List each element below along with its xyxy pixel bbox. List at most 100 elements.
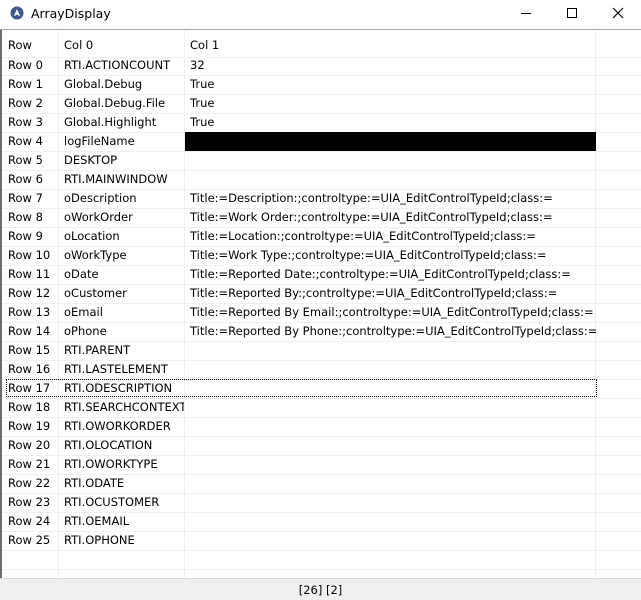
table-row[interactable]: Row 24 RTI.OEMAIL: [2, 512, 641, 531]
row-label-cell[interactable]: Row 9: [2, 227, 58, 246]
col-0-cell[interactable]: RTI.ODESCRIPTION: [58, 379, 184, 398]
table-row[interactable]: Row 3 Global.Highlight True: [2, 113, 641, 132]
col-1-cell[interactable]: [184, 360, 596, 379]
row-label-cell[interactable]: Row 5: [2, 151, 58, 170]
col-0-cell[interactable]: oWorkType: [58, 246, 184, 265]
col-0-cell[interactable]: Global.Debug: [58, 75, 184, 94]
row-label-cell[interactable]: Row 24: [2, 512, 58, 531]
col-0-cell[interactable]: Global.Debug.File: [58, 94, 184, 113]
row-label-cell[interactable]: Row 11: [2, 265, 58, 284]
close-button[interactable]: [595, 0, 641, 28]
col-1-cell[interactable]: [184, 436, 596, 455]
row-label-cell[interactable]: Row 21: [2, 455, 58, 474]
row-label-cell[interactable]: Row 10: [2, 246, 58, 265]
col-1-cell[interactable]: [184, 379, 596, 398]
table-row[interactable]: Row 6 RTI.MAINWINDOW: [2, 170, 641, 189]
col-0-cell[interactable]: RTI.OLOCATION: [58, 436, 184, 455]
row-label-cell[interactable]: Row 2: [2, 94, 58, 113]
array-grid[interactable]: Row Col 0 Col 1 Row 0 RTI.ACTIONCOUNT 32 Ro…: [2, 30, 641, 578]
row-label-cell[interactable]: Row 4: [2, 132, 58, 151]
col-1-cell[interactable]: True: [184, 75, 596, 94]
table-row[interactable]: Row 14 oPhone Title:=Reported By Phone:;co…: [2, 322, 641, 341]
col-1-cell[interactable]: [184, 341, 596, 360]
table-row[interactable]: Row 8 oWorkOrder Title:=Work Order:;contro…: [2, 208, 641, 227]
col-0-cell[interactable]: RTI.ACTIONCOUNT: [58, 56, 184, 75]
table-row[interactable]: Row 7 oDescription Title:=Description:;con…: [2, 189, 641, 208]
row-label-cell[interactable]: Row 18: [2, 398, 58, 417]
row-label-cell[interactable]: Row 19: [2, 417, 58, 436]
col-0-cell[interactable]: RTI.LASTELEMENT: [58, 360, 184, 379]
row-label-cell[interactable]: Row 20: [2, 436, 58, 455]
col-0-cell[interactable]: oDescription: [58, 189, 184, 208]
row-label-cell[interactable]: Row 13: [2, 303, 58, 322]
col-0-cell[interactable]: RTI.SEARCHCONTEXT: [58, 398, 184, 417]
col-0-cell[interactable]: RTI.OWORKTYPE: [58, 455, 184, 474]
row-label-cell[interactable]: Row 1: [2, 75, 58, 94]
row-label-cell[interactable]: Row 22: [2, 474, 58, 493]
col-0-cell[interactable]: RTI.PARENT: [58, 341, 184, 360]
table-row[interactable]: Row 19 RTI.OWORKORDER: [2, 417, 641, 436]
col-0-cell[interactable]: oPhone: [58, 322, 184, 341]
col-0-cell[interactable]: Global.Highlight: [58, 113, 184, 132]
col-0-cell[interactable]: RTI.OPHONE: [58, 531, 184, 550]
row-label-cell[interactable]: Row 23: [2, 493, 58, 512]
table-row[interactable]: Row 10 oWorkType Title:=Work Type:;control…: [2, 246, 641, 265]
table-row[interactable]: Row 13 oEmail Title:=Reported By Email:;co…: [2, 303, 641, 322]
col-0-cell[interactable]: RTI.OWORKORDER: [58, 417, 184, 436]
row-label-cell[interactable]: Row 6: [2, 170, 58, 189]
table-row[interactable]: Row 18 RTI.SEARCHCONTEXT: [2, 398, 641, 417]
header-row[interactable]: Row: [2, 33, 58, 57]
table-row[interactable]: Row 5 DESKTOP: [2, 151, 641, 170]
col-1-cell[interactable]: Title:=Reported Date:;controltype:=UIA_E…: [184, 265, 596, 284]
col-1-cell[interactable]: Title:=Work Type:;controltype:=UIA_EditC…: [184, 246, 596, 265]
header-col-0[interactable]: Col 0: [58, 33, 184, 57]
table-row[interactable]: Row 25 RTI.OPHONE: [2, 531, 641, 550]
col-0-cell[interactable]: oLocation: [58, 227, 184, 246]
table-row[interactable]: Row 17 RTI.ODESCRIPTION: [2, 379, 641, 398]
table-row[interactable]: Row 15 RTI.PARENT: [2, 341, 641, 360]
row-label-cell[interactable]: Row 0: [2, 56, 58, 75]
col-1-cell[interactable]: [184, 512, 596, 531]
row-label-cell[interactable]: Row 14: [2, 322, 58, 341]
table-row[interactable]: Row 22 RTI.ODATE: [2, 474, 641, 493]
col-1-cell[interactable]: [184, 398, 596, 417]
row-label-cell[interactable]: Row 7: [2, 189, 58, 208]
col-1-cell[interactable]: Title:=Location:;controltype:=UIA_EditCo…: [184, 227, 596, 246]
col-1-cell[interactable]: [184, 455, 596, 474]
col-1-cell[interactable]: True: [184, 94, 596, 113]
col-0-cell[interactable]: RTI.OCUSTOMER: [58, 493, 184, 512]
table-row[interactable]: Row 1 Global.Debug True: [2, 75, 641, 94]
col-1-cell[interactable]: Title:=Reported By Email:;controltype:=U…: [184, 303, 596, 322]
col-1-cell[interactable]: [184, 531, 596, 550]
table-row[interactable]: Row 21 RTI.OWORKTYPE: [2, 455, 641, 474]
col-0-cell[interactable]: logFileName: [58, 132, 184, 151]
table-row[interactable]: Row 16 RTI.LASTELEMENT: [2, 360, 641, 379]
col-1-cell[interactable]: True: [184, 113, 596, 132]
col-0-cell[interactable]: oEmail: [58, 303, 184, 322]
col-0-cell[interactable]: RTI.ODATE: [58, 474, 184, 493]
col-1-cell[interactable]: Title:=Reported By:;controltype:=UIA_Edi…: [184, 284, 596, 303]
table-row[interactable]: Row 20 RTI.OLOCATION: [2, 436, 641, 455]
col-1-cell[interactable]: [184, 417, 596, 436]
row-label-cell[interactable]: Row 25: [2, 531, 58, 550]
table-row[interactable]: Row 23 RTI.OCUSTOMER: [2, 493, 641, 512]
row-label-cell[interactable]: Row 17: [2, 379, 58, 398]
row-label-cell[interactable]: Row 16: [2, 360, 58, 379]
table-row[interactable]: Row 9 oLocation Title:=Location:;controlty…: [2, 227, 641, 246]
col-1-cell[interactable]: [184, 493, 596, 512]
table-row[interactable]: Row 12 oCustomer Title:=Reported By:;contr…: [2, 284, 641, 303]
row-label-cell[interactable]: Row 3: [2, 113, 58, 132]
col-1-cell[interactable]: Title:=Work Order:;controltype:=UIA_Edit…: [184, 208, 596, 227]
table-row[interactable]: Row 2 Global.Debug.File True: [2, 94, 641, 113]
col-1-cell[interactable]: 32: [184, 56, 596, 75]
col-0-cell[interactable]: oWorkOrder: [58, 208, 184, 227]
row-label-cell[interactable]: Row 15: [2, 341, 58, 360]
col-1-cell[interactable]: [184, 151, 596, 170]
col-0-cell[interactable]: oCustomer: [58, 284, 184, 303]
col-0-cell[interactable]: oDate: [58, 265, 184, 284]
col-1-cell[interactable]: [184, 474, 596, 493]
col-1-cell[interactable]: Title:=Description:;controltype:=UIA_Edi…: [184, 189, 596, 208]
col-0-cell[interactable]: RTI.OEMAIL: [58, 512, 184, 531]
col-1-cell[interactable]: Title:=Reported By Phone:;controltype:=U…: [184, 322, 596, 341]
col-0-cell[interactable]: RTI.MAINWINDOW: [58, 170, 184, 189]
